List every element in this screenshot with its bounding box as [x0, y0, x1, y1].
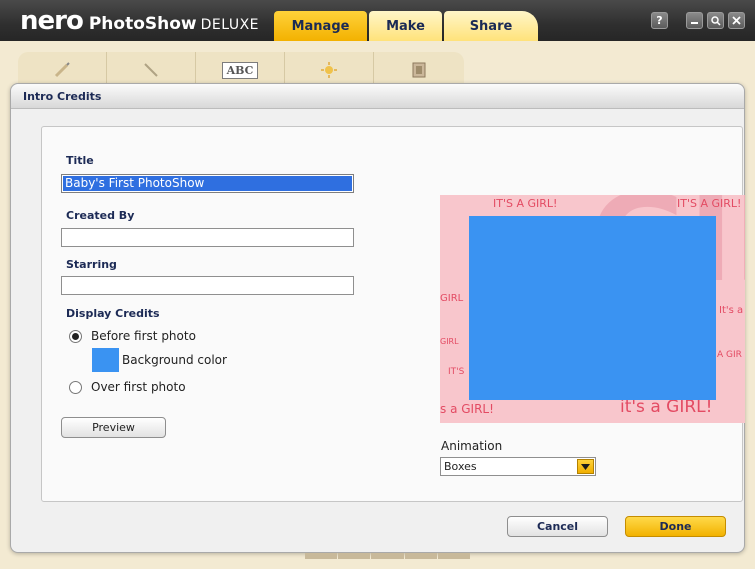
minimize-icon — [691, 22, 698, 24]
thumbnail — [404, 553, 437, 559]
radio-over-label: Over first photo — [91, 380, 186, 394]
radio-over-first-photo[interactable]: Over first photo — [69, 380, 186, 394]
radio-before-label: Before first photo — [91, 329, 196, 343]
help-button[interactable]: ? — [651, 12, 668, 29]
preview-text-1: IT'S A GIRL! — [493, 197, 558, 210]
title-bar: nero PhotoShow DELUXE Manage Make Share … — [0, 0, 755, 41]
preview-text-6: A GIR — [717, 350, 742, 360]
thumbnail — [305, 553, 338, 559]
nero-logo: nero PhotoShow DELUXE — [20, 8, 259, 34]
preview-text-9: it's a GIRL! — [620, 397, 713, 417]
intro-credits-dialog: Intro Credits Title Baby's First PhotoSh… — [10, 83, 745, 553]
animation-label: Animation — [441, 439, 503, 453]
preview-text-4: It's a — [719, 305, 744, 316]
title-field[interactable]: Baby's First PhotoShow — [61, 174, 354, 193]
logo-edition-text: DELUXE — [200, 17, 260, 33]
dialog-title: Intro Credits — [11, 84, 744, 109]
help-icon: ? — [656, 14, 663, 27]
preview-text-7: IT'S — [448, 367, 465, 377]
logo-nero-text: nero — [20, 6, 84, 36]
abc-text-icon: ABC — [221, 61, 259, 79]
background-color-swatch[interactable] — [92, 348, 119, 372]
preview-text-8: s a GIRL! — [440, 402, 494, 416]
tab-make[interactable]: Make — [369, 11, 442, 41]
credits-panel: Title Baby's First PhotoShow Created By … — [41, 126, 745, 502]
line-icon — [144, 63, 158, 77]
minimize-button[interactable] — [686, 12, 703, 29]
main-tabs: Manage Make Share — [274, 11, 540, 41]
thumbnail-strip — [305, 553, 471, 559]
chevron-down-icon — [577, 459, 594, 474]
film-icon — [412, 62, 425, 78]
starring-label: Starring — [66, 258, 117, 271]
preview-text-5: GIRL — [440, 337, 459, 346]
intro-preview-image: GIRL IT'S A GIRL! IT'S A GIRL! GIRL It's… — [440, 195, 745, 423]
thumbnail — [371, 553, 404, 559]
close-icon — [732, 16, 741, 25]
title-label: Title — [66, 154, 94, 167]
display-credits-label: Display Credits — [66, 307, 160, 320]
cancel-button[interactable]: Cancel — [507, 516, 608, 537]
animation-select-value: Boxes — [444, 460, 477, 473]
created-by-label: Created By — [66, 209, 135, 222]
preview-button[interactable]: Preview — [61, 417, 166, 438]
thumbnail — [338, 553, 371, 559]
starring-field[interactable] — [61, 276, 354, 295]
preview-text-3: GIRL — [440, 293, 464, 304]
restore-button[interactable] — [707, 12, 724, 29]
background-color-label: Background color — [122, 353, 227, 367]
close-button[interactable] — [728, 12, 745, 29]
radio-before-first-photo[interactable]: Before first photo — [69, 329, 196, 343]
animation-select[interactable]: Boxes — [440, 457, 596, 476]
done-button[interactable]: Done — [625, 516, 726, 537]
radio-dot-selected — [69, 329, 82, 343]
created-by-field[interactable] — [61, 228, 354, 247]
radio-dot — [69, 380, 82, 394]
pencil-icon — [54, 62, 70, 78]
preview-text-2: IT'S A GIRL! — [677, 197, 742, 210]
sparkle-icon — [321, 62, 337, 78]
logo-product-text: PhotoShow — [88, 14, 197, 34]
title-field-value: Baby's First PhotoShow — [63, 176, 352, 191]
preview-photo-placeholder — [469, 216, 716, 400]
tab-share[interactable]: Share — [444, 11, 538, 41]
thumbnail — [437, 553, 471, 559]
tab-manage[interactable]: Manage — [274, 11, 367, 41]
restore-icon — [711, 16, 721, 26]
window-controls: ? — [651, 12, 745, 29]
